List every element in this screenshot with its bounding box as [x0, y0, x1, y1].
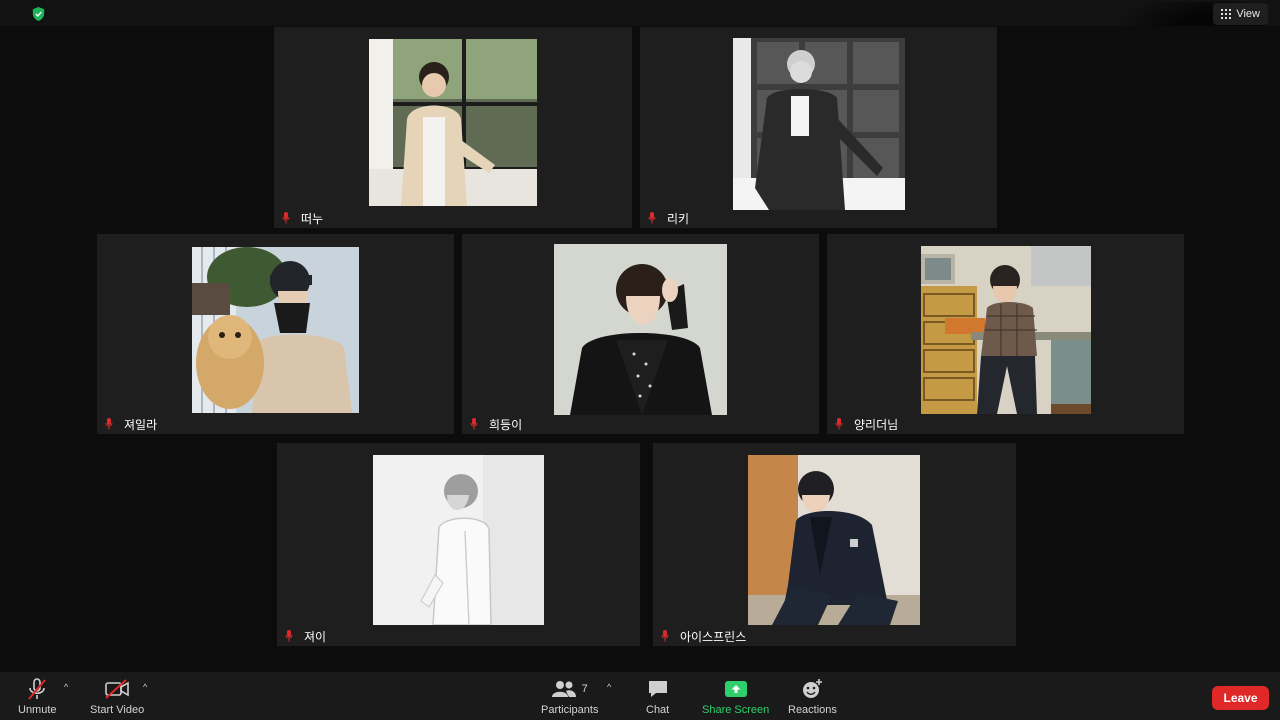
- participant-name: 희등이: [489, 417, 523, 432]
- participant-tile[interactable]: 아이스프린스: [653, 443, 1016, 646]
- unmute-button[interactable]: Unmute: [18, 678, 57, 716]
- participant-tile[interactable]: 져일라: [97, 234, 454, 434]
- participant-name-tag: 떠누: [274, 208, 338, 228]
- participant-photo: [921, 246, 1091, 414]
- participant-name-tag: 져일라: [97, 414, 172, 434]
- participant-name: 양리더님: [854, 417, 899, 432]
- participant-tile[interactable]: 양리더님: [827, 234, 1184, 434]
- participants-count: 7: [581, 683, 588, 695]
- share-screen-icon: [724, 681, 747, 697]
- reactions-emoji-icon: [803, 679, 823, 698]
- muted-microphone-icon: [28, 678, 47, 700]
- participant-name-tag: 아이스프린스: [653, 626, 761, 646]
- gallery-view: 떠누 리키 져일라 희등이 양리더님 져이 아이스프린스: [0, 26, 1280, 672]
- muted-microphone-icon: [661, 630, 669, 642]
- participant-name-tag: 져이: [277, 626, 341, 646]
- participant-tile[interactable]: 리키: [640, 27, 997, 228]
- reactions-label: Reactions: [788, 704, 837, 716]
- participant-photo: [733, 38, 905, 210]
- participants-button[interactable]: 7 Participants: [541, 678, 598, 716]
- participant-name-tag: 리키: [640, 208, 704, 228]
- unmute-label: Unmute: [18, 704, 57, 716]
- muted-microphone-icon: [835, 418, 843, 430]
- share-screen-button[interactable]: Share Screen: [702, 678, 769, 716]
- reactions-button[interactable]: Reactions: [788, 678, 837, 716]
- meeting-top-bar: View: [0, 0, 1280, 82]
- audio-options-caret-icon[interactable]: ^: [64, 682, 68, 692]
- participant-name-tag: 양리더님: [827, 414, 913, 434]
- grid-view-icon: [1221, 9, 1232, 19]
- start-video-label: Start Video: [90, 704, 145, 716]
- muted-microphone-icon: [648, 212, 656, 224]
- participant-name: 져일라: [124, 417, 158, 432]
- participant-name: 져이: [304, 629, 327, 644]
- view-button[interactable]: View: [1213, 3, 1268, 25]
- participants-icon: [551, 681, 576, 697]
- muted-microphone-icon: [470, 418, 478, 430]
- chat-label: Chat: [646, 704, 670, 716]
- participant-tile[interactable]: 떠누: [274, 27, 632, 228]
- muted-microphone-icon: [285, 630, 293, 642]
- participant-photo: [554, 244, 727, 415]
- participant-photo: [373, 455, 544, 625]
- leave-button[interactable]: Leave: [1212, 686, 1269, 710]
- participants-options-caret-icon[interactable]: ^: [607, 682, 611, 692]
- muted-microphone-icon: [282, 212, 290, 224]
- chat-icon: [648, 681, 667, 697]
- video-off-icon: [105, 679, 129, 699]
- video-options-caret-icon[interactable]: ^: [143, 682, 147, 692]
- participant-photo: [369, 39, 537, 206]
- participant-tile[interactable]: 져이: [277, 443, 640, 646]
- share-screen-label: Share Screen: [702, 704, 770, 716]
- participant-tile[interactable]: 희등이: [462, 234, 819, 434]
- participant-name: 아이스프린스: [680, 629, 747, 644]
- start-video-button[interactable]: Start Video: [90, 678, 144, 716]
- participant-photo: [748, 455, 920, 625]
- chat-button[interactable]: Chat: [646, 678, 669, 716]
- muted-microphone-icon: [105, 418, 113, 430]
- participant-name: 떠누: [301, 211, 324, 226]
- security-shield-icon[interactable]: [32, 7, 45, 21]
- participants-label: Participants: [541, 704, 599, 716]
- participant-name-tag: 희등이: [462, 414, 537, 434]
- participant-name: 리키: [667, 211, 690, 226]
- meeting-toolbar: Unmute ^ Start Video ^ 7 Participants ^: [0, 672, 1280, 720]
- view-button-label: View: [1236, 8, 1260, 20]
- participant-photo: [192, 247, 359, 413]
